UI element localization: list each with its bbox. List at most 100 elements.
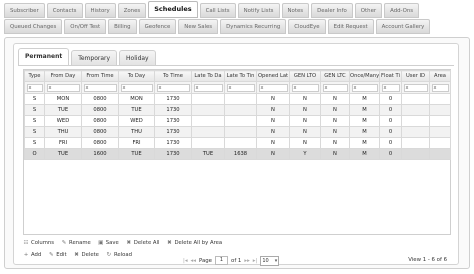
record-count-text: View 1 - 6 of 6 bbox=[408, 257, 447, 263]
tab-billing[interactable]: Billing bbox=[108, 19, 137, 34]
column-header[interactable]: Late To Da bbox=[191, 70, 225, 82]
filter-input[interactable]: x bbox=[226, 83, 255, 92]
column-header[interactable]: User ID bbox=[401, 70, 430, 82]
table-cell bbox=[401, 104, 430, 116]
column-header[interactable]: From Day bbox=[44, 70, 82, 82]
table-cell: N bbox=[289, 115, 321, 127]
filter-input[interactable]: x bbox=[193, 83, 223, 92]
next-page-icon[interactable]: ▸▸ bbox=[244, 258, 249, 264]
tab-other[interactable]: Other bbox=[354, 3, 383, 18]
filter-input[interactable]: x bbox=[351, 83, 378, 92]
column-header[interactable]: To Day bbox=[118, 70, 155, 82]
tab-schedules[interactable]: Schedules bbox=[148, 1, 198, 18]
filter-input[interactable]: x bbox=[46, 83, 80, 92]
column-header[interactable]: Type bbox=[24, 70, 45, 82]
tab-account-gallery[interactable]: Account Gallery bbox=[375, 19, 431, 34]
clear-filter-icon[interactable]: x bbox=[434, 85, 437, 92]
filter-input[interactable]: x bbox=[403, 83, 428, 92]
clear-filter-icon[interactable]: x bbox=[406, 85, 409, 92]
clear-filter-icon[interactable]: x bbox=[294, 85, 297, 92]
page-input[interactable]: 1 bbox=[215, 256, 229, 265]
tab-cloudeye[interactable]: CloudEye bbox=[288, 19, 326, 34]
filter-input[interactable]: x bbox=[291, 83, 319, 92]
table-cell bbox=[401, 148, 430, 160]
tab-contacts[interactable]: Contacts bbox=[46, 3, 83, 18]
tab-notify-lists[interactable]: Notify Lists bbox=[237, 3, 280, 18]
filter-input[interactable]: x bbox=[120, 83, 153, 92]
columns-icon: ☷ bbox=[23, 240, 29, 246]
tab-history[interactable]: History bbox=[84, 3, 116, 18]
table-row[interactable]: S TUE 0800 TUE 1730 N N N M 0 bbox=[24, 104, 451, 116]
filter-input[interactable]: x bbox=[26, 83, 43, 92]
subtab-temporary[interactable]: Temporary bbox=[71, 50, 118, 65]
first-page-icon[interactable]: |◂ bbox=[183, 258, 188, 264]
clear-filter-icon[interactable]: x bbox=[229, 85, 232, 92]
filter-cell: x bbox=[401, 81, 430, 94]
tab-new-sales[interactable]: New Sales bbox=[178, 19, 219, 34]
table-cell bbox=[401, 115, 430, 127]
tab-add-ons[interactable]: Add-Ons bbox=[384, 3, 420, 18]
pager-controls: |◂ ◂◂ Page 1 of 1 ▸▸ ▸| 10 bbox=[183, 255, 280, 266]
table-cell bbox=[429, 115, 451, 127]
tab-dealer-info[interactable]: Dealer Info bbox=[311, 3, 353, 18]
table-row[interactable]: S MON 0800 MON 1730 N N N M 0 bbox=[24, 93, 451, 105]
clear-filter-icon[interactable]: x bbox=[384, 85, 387, 92]
tab-edit-request[interactable]: Edit Request bbox=[327, 19, 374, 34]
tab-geofence[interactable]: Geofence bbox=[138, 19, 177, 34]
page-size-select[interactable]: 10 bbox=[260, 255, 280, 266]
table-row[interactable]: S WED 0800 WED 1730 N N N M 0 bbox=[24, 115, 451, 127]
clear-filter-icon[interactable]: x bbox=[123, 85, 126, 92]
column-header[interactable]: Late To Tin bbox=[224, 70, 257, 82]
column-header[interactable]: Once/Many bbox=[349, 70, 380, 82]
clear-filter-icon[interactable]: x bbox=[49, 85, 52, 92]
filter-input[interactable]: x bbox=[381, 83, 400, 92]
column-header[interactable]: To Time bbox=[154, 70, 192, 82]
clear-filter-icon[interactable]: x bbox=[159, 85, 162, 92]
table-cell bbox=[191, 115, 225, 127]
filter-input[interactable]: x bbox=[258, 83, 288, 92]
tab-queued-changes[interactable]: Queued Changes bbox=[4, 19, 63, 34]
column-header[interactable]: GEN LTC bbox=[320, 70, 350, 82]
column-header[interactable]: From Time bbox=[81, 70, 119, 82]
schedules-panel: Permanent Temporary Holiday Type From Day Fr… bbox=[4, 37, 470, 269]
page-of-label: of 1 bbox=[231, 257, 242, 264]
table-row[interactable]: S FRI 0800 FRI 1730 N N N M 0 bbox=[24, 137, 451, 149]
table-cell: 1730 bbox=[154, 126, 192, 138]
clear-filter-icon[interactable]: x bbox=[325, 85, 328, 92]
filter-input[interactable]: x bbox=[83, 83, 117, 92]
table-body: S MON 0800 MON 1730 N N N M 0 S TUE 0800 TUE 1730 N N N M 0… bbox=[24, 93, 451, 160]
delete-all-button[interactable]: ✖ Delete All bbox=[126, 240, 159, 246]
columns-button[interactable]: ☷ Columns bbox=[23, 240, 55, 246]
column-header[interactable]: Opened Lat bbox=[256, 70, 290, 82]
save-button[interactable]: ▣ Save bbox=[98, 240, 119, 246]
table-row[interactable]: O TUE 1600 TUE 1730 TUE 1638 N Y N M 0 bbox=[24, 148, 451, 160]
column-header[interactable]: Area bbox=[429, 70, 451, 82]
tab-zones[interactable]: Zones bbox=[117, 3, 147, 18]
subtab-holiday[interactable]: Holiday bbox=[119, 50, 156, 65]
filter-input[interactable]: x bbox=[156, 83, 190, 92]
clear-filter-icon[interactable]: x bbox=[354, 85, 357, 92]
last-page-icon[interactable]: ▸| bbox=[253, 258, 258, 264]
tab-on-off-test[interactable]: On/Off Test bbox=[64, 19, 107, 34]
clear-filter-icon[interactable]: x bbox=[261, 85, 264, 92]
table-cell: N bbox=[289, 137, 321, 149]
clear-filter-icon[interactable]: x bbox=[196, 85, 199, 92]
tab-subscriber[interactable]: Subscriber bbox=[4, 3, 45, 18]
delete-all-by-area-button[interactable]: ✖ Delete All by Area bbox=[166, 240, 222, 246]
filter-input[interactable]: x bbox=[431, 83, 449, 92]
tab-call-lists[interactable]: Call Lists bbox=[199, 3, 236, 18]
tab-dynamics-recurring[interactable]: Dynamics Recurring bbox=[220, 19, 287, 34]
top-tab-bar: Subscriber Contacts History Zones Schedules C… bbox=[2, 0, 472, 38]
rename-button[interactable]: ✎ Rename bbox=[61, 240, 91, 246]
prev-page-icon[interactable]: ◂◂ bbox=[191, 258, 196, 264]
column-header[interactable]: Float Ti bbox=[379, 70, 402, 82]
table-cell: N bbox=[256, 126, 290, 138]
subtab-permanent[interactable]: Permanent bbox=[18, 48, 70, 65]
column-header[interactable]: GEN LTO bbox=[289, 70, 321, 82]
clear-filter-icon[interactable]: x bbox=[29, 85, 32, 92]
table-cell bbox=[191, 126, 225, 138]
table-row[interactable]: S THU 0800 THU 1730 N N N M 0 bbox=[24, 126, 451, 138]
tab-notes[interactable]: Notes bbox=[281, 3, 310, 18]
clear-filter-icon[interactable]: x bbox=[86, 85, 89, 92]
filter-input[interactable]: x bbox=[322, 83, 348, 92]
